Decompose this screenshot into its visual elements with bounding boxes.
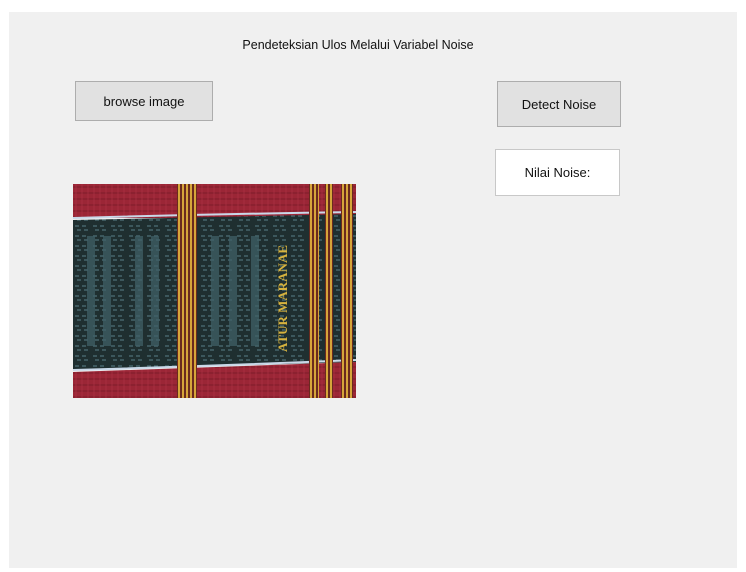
ulos-image: ATUR MARANAE bbox=[73, 184, 356, 398]
detect-noise-button[interactable]: Detect Noise bbox=[497, 81, 621, 127]
page-title: Pendeteksian Ulos Melalui Variabel Noise bbox=[242, 38, 474, 52]
noise-value-label: Nilai Noise: bbox=[524, 165, 591, 180]
figure-window: Pendeteksian Ulos Melalui Variabel Noise… bbox=[9, 12, 737, 568]
woven-text: ATUR MARANAE bbox=[275, 245, 290, 352]
noise-value-display: Nilai Noise: bbox=[495, 149, 620, 196]
browse-image-button[interactable]: browse image bbox=[75, 81, 213, 121]
ulos-fabric-photo: ATUR MARANAE bbox=[73, 184, 356, 398]
